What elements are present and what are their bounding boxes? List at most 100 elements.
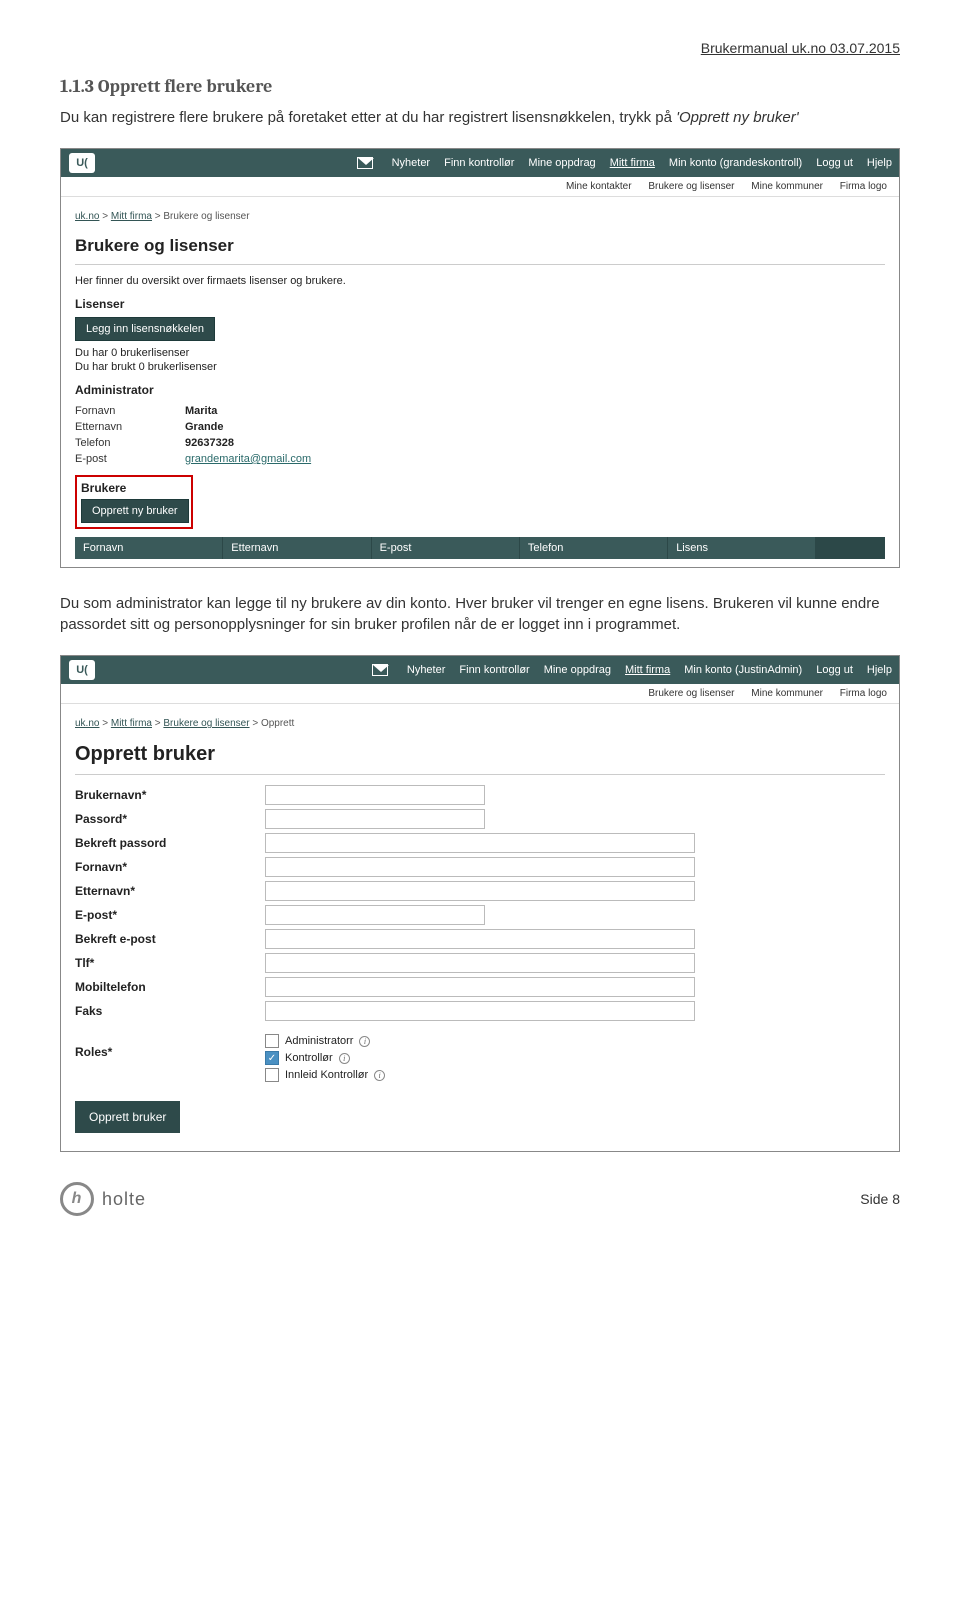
app-header-2: U( Nyheter Finn kontrollør Mine oppdrag … [61,656,899,684]
input-faks[interactable] [265,1001,695,1021]
admin-etternavn-v: Grande [185,421,224,433]
input-passord[interactable] [265,809,485,829]
admin-etternavn-k: Etternavn [75,421,185,433]
crumb-ukno[interactable]: uk.no [75,211,99,222]
admin-fornavn-k: Fornavn [75,405,185,417]
app-header: U( Nyheter Finn kontrollør Mine oppdrag … [61,149,899,177]
role-kontrollor-label: Kontrollør [285,1052,333,1064]
th-fornavn: Fornavn [75,537,223,559]
subnav-firma-logo[interactable]: Firma logo [840,181,887,192]
breadcrumb-2: uk.no > Mitt firma > Brukere og lisenser… [75,718,885,729]
doc-header: Brukermanual uk.no 03.07.2015 [60,40,900,56]
license-count-1: Du har 0 brukerlisenser [75,347,885,359]
subnav-brukere[interactable]: Brukere og lisenser [648,181,734,192]
info-icon[interactable]: i [359,1036,370,1047]
th-actions [816,537,885,559]
divider [75,264,885,265]
nav-mitt-firma[interactable]: Mitt firma [603,149,662,177]
crumb-brukere[interactable]: Brukere og lisenser [163,718,249,729]
page-title-2: Opprett bruker [75,743,885,766]
mail-icon[interactable] [372,664,388,676]
intro-ref: 'Opprett ny bruker' [676,109,798,126]
input-brukernavn[interactable] [265,785,485,805]
th-telefon: Telefon [520,537,668,559]
divider [75,774,885,775]
page-title: Brukere og lisenser [75,236,885,256]
role-innleid-label: Innleid Kontrollør [285,1069,368,1081]
breadcrumb: uk.no > Mitt firma > Brukere og lisenser [75,211,885,222]
subnav-mine-kommuner[interactable]: Mine kommuner [751,181,823,192]
crumb-mitt-firma[interactable]: Mitt firma [111,718,152,729]
uk-logo: U( [69,660,95,680]
input-mobil[interactable] [265,977,695,997]
admin-epost-v[interactable]: grandemarita@gmail.com [185,453,311,465]
opprett-ny-bruker-button[interactable]: Opprett ny bruker [81,499,189,523]
subnav-mine-kommuner[interactable]: Mine kommuner [751,688,823,699]
nav-mine-oppdrag[interactable]: Mine oppdrag [521,149,602,177]
info-icon[interactable]: i [339,1053,350,1064]
subnav-firma-logo[interactable]: Firma logo [840,688,887,699]
nav-finn-kontrollor[interactable]: Finn kontrollør [437,149,521,177]
holte-logo: h holte [60,1182,146,1216]
checkbox-administrator[interactable] [265,1034,279,1048]
license-count-2: Du har brukt 0 brukerlisenser [75,361,885,373]
subnav-mine-kontakter[interactable]: Mine kontakter [566,181,632,192]
screenshot-brukere-og-lisenser: U( Nyheter Finn kontrollør Mine oppdrag … [60,148,900,568]
nav-nyheter[interactable]: Nyheter [385,149,438,177]
page-description: Her finner du oversikt over firmaets lis… [75,275,885,287]
administrator-label: Administrator [75,383,885,397]
subnav-brukere[interactable]: Brukere og lisenser [648,688,734,699]
nav-mine-oppdrag[interactable]: Mine oppdrag [537,656,618,684]
nav-nyheter[interactable]: Nyheter [400,656,453,684]
nav-mitt-firma[interactable]: Mitt firma [618,656,677,684]
nav-finn-kontrollor[interactable]: Finn kontrollør [452,656,536,684]
role-admin-label: Administratorr [285,1035,353,1047]
crumb-current: Brukere og lisenser [163,211,249,222]
info-icon[interactable]: i [374,1070,385,1081]
nav-hjelp[interactable]: Hjelp [860,149,899,177]
subnav-2: Brukere og lisenser Mine kommuner Firma … [61,684,899,704]
between-paragraph: Du som administrator kan legge til ny br… [60,593,900,635]
intro-text: Du kan registrere flere brukere på foret… [60,109,676,126]
users-table-header: Fornavn Etternavn E-post Telefon Lisens [75,537,885,559]
input-bekreft-epost[interactable] [265,929,695,949]
opprett-bruker-submit-button[interactable]: Opprett bruker [75,1101,180,1133]
brukere-label: Brukere [81,481,189,495]
uk-logo: U( [69,153,95,173]
nav-min-konto[interactable]: Min konto (JustinAdmin) [677,656,809,684]
input-fornavn[interactable] [265,857,695,877]
page-number: Side 8 [860,1191,900,1207]
checkbox-kontrollor[interactable]: ✓ [265,1051,279,1065]
nav-logg-ut[interactable]: Logg ut [809,149,860,177]
label-tlf: Tlf* [75,956,265,970]
crumb-current: Opprett [261,718,294,729]
label-mobil: Mobiltelefon [75,980,265,994]
label-epost: E-post* [75,908,265,922]
nav-logg-ut[interactable]: Logg ut [809,656,860,684]
input-tlf[interactable] [265,953,695,973]
holte-logo-text: holte [102,1189,146,1210]
lisenser-label: Lisenser [75,297,885,311]
label-passord: Passord* [75,812,265,826]
label-roles: Roles* [75,1031,265,1059]
intro-paragraph: Du kan registrere flere brukere på foret… [60,107,900,128]
label-faks: Faks [75,1004,265,1018]
highlight-opprett-bruker: Brukere Opprett ny bruker [75,475,193,529]
input-epost[interactable] [265,905,485,925]
input-etternavn[interactable] [265,881,695,901]
crumb-mitt-firma[interactable]: Mitt firma [111,211,152,222]
nav-hjelp[interactable]: Hjelp [860,656,899,684]
crumb-ukno[interactable]: uk.no [75,718,99,729]
label-bekreft-passord: Bekreft passord [75,836,265,850]
admin-details: FornavnMarita EtternavnGrande Telefon926… [75,403,885,467]
checkbox-innleid-kontrollor[interactable] [265,1068,279,1082]
input-bekreft-passord[interactable] [265,833,695,853]
admin-epost-k: E-post [75,453,185,465]
admin-telefon-v: 92637328 [185,437,234,449]
screenshot-opprett-bruker: U( Nyheter Finn kontrollør Mine oppdrag … [60,655,900,1152]
legg-inn-lisens-button[interactable]: Legg inn lisensnøkkelen [75,317,215,341]
label-etternavn: Etternavn* [75,884,265,898]
nav-min-konto[interactable]: Min konto (grandeskontroll) [662,149,809,177]
mail-icon[interactable] [357,157,373,169]
label-fornavn: Fornavn* [75,860,265,874]
